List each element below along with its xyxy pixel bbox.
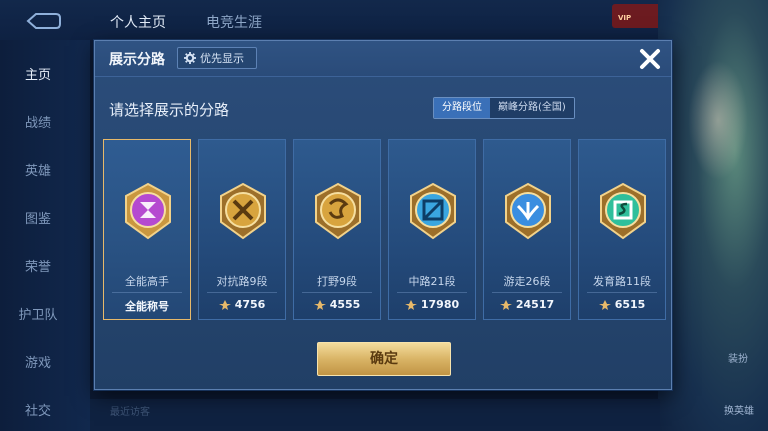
- confirm-button[interactable]: 确定: [317, 342, 451, 376]
- rank-star-icon: [598, 299, 611, 310]
- lane-display-dialog: 展示分路 优先显示 请选择展示的分路 分路段位 巅峰分路(全国) 全能高手 全能…: [94, 40, 672, 390]
- dialog-title: 展示分路: [109, 52, 165, 68]
- lane-card-jungle[interactable]: 打野9段 4555: [293, 139, 381, 320]
- card-divider: [207, 292, 277, 293]
- rank-star-icon: [218, 299, 231, 310]
- lane-type-segment: 分路段位 巅峰分路(全国): [433, 97, 575, 119]
- segment-peak-lane-national[interactable]: 巅峰分路(全国): [490, 98, 574, 118]
- farm-lane-emblem-icon: [600, 182, 646, 240]
- lane-card-score: 4756: [199, 298, 285, 311]
- lane-card-name: 打野9段: [317, 275, 357, 288]
- sidebar-item-gallery[interactable]: 图鉴: [0, 208, 90, 227]
- gear-icon: [184, 52, 196, 64]
- sidebar: [0, 40, 90, 431]
- lane-card-score: 24517: [484, 298, 570, 311]
- all-round-emblem-icon: [125, 182, 171, 240]
- lane-card-name: 发育路11段: [593, 275, 651, 288]
- dress-up-label[interactable]: 装扮: [728, 350, 748, 365]
- lane-card-name: 游走26段: [503, 275, 551, 288]
- lane-card-mid[interactable]: 中路21段 17980: [388, 139, 476, 320]
- lane-card-name: 对抗路9段: [216, 275, 268, 288]
- sidebar-item-social[interactable]: 社交: [0, 400, 90, 419]
- sidebar-item-games[interactable]: 游戏: [0, 352, 90, 371]
- lane-card-score: 4555: [294, 298, 380, 311]
- jungle-emblem-icon: [315, 182, 361, 240]
- tab-personal-home[interactable]: 个人主页: [110, 12, 166, 32]
- vip-label: VIP: [618, 14, 632, 22]
- dialog-subtitle: 请选择展示的分路: [109, 101, 230, 119]
- lane-card-name: 中路21段: [408, 275, 456, 288]
- lane-card-score-value: 6515: [614, 298, 646, 311]
- card-divider: [397, 292, 467, 293]
- lane-card-score-value: 4555: [329, 298, 361, 311]
- clash-lane-emblem-icon: [220, 182, 266, 240]
- close-button[interactable]: [635, 44, 665, 74]
- mid-lane-emblem-icon: [410, 182, 456, 240]
- lane-card-clash[interactable]: 对抗路9段 4756: [198, 139, 286, 320]
- lane-card-name: 全能高手: [125, 275, 169, 288]
- change-hero-label[interactable]: 换英雄: [724, 402, 754, 417]
- priority-display-button[interactable]: 优先显示: [177, 47, 257, 69]
- rank-star-icon: [313, 299, 326, 310]
- sidebar-item-honor[interactable]: 荣誉: [0, 256, 90, 275]
- card-divider: [492, 292, 562, 293]
- lane-card-farm[interactable]: 发育路11段 6515: [578, 139, 666, 320]
- sidebar-item-records[interactable]: 战绩: [0, 112, 90, 131]
- card-divider: [587, 292, 657, 293]
- lane-card-score: 17980: [389, 298, 475, 311]
- priority-display-label: 优先显示: [200, 52, 244, 65]
- roam-emblem-icon: [505, 182, 551, 240]
- segment-lane-rank[interactable]: 分路段位: [434, 98, 490, 118]
- lane-card-roam[interactable]: 游走26段 24517: [483, 139, 571, 320]
- card-divider: [112, 292, 182, 293]
- sidebar-item-home[interactable]: 主页: [0, 64, 90, 83]
- rank-star-icon: [404, 299, 417, 310]
- rank-star-icon: [499, 299, 512, 310]
- lane-card-score-value: 全能称号: [125, 300, 169, 313]
- tab-esports-career[interactable]: 电竞生涯: [206, 12, 262, 32]
- hero-artwork: [658, 0, 768, 431]
- lane-card-score-value: 4756: [234, 298, 266, 311]
- bottom-bar: [90, 399, 660, 431]
- back-icon[interactable]: [22, 10, 62, 32]
- lane-card-score: 6515: [579, 298, 665, 311]
- close-icon: [640, 49, 660, 69]
- lane-card-score-value: 24517: [515, 298, 555, 311]
- card-divider: [302, 292, 372, 293]
- sidebar-item-guard-team[interactable]: 护卫队: [0, 304, 90, 323]
- sidebar-item-heroes[interactable]: 英雄: [0, 160, 90, 179]
- lane-card-score: 全能称号: [104, 298, 190, 314]
- lane-card-all-round[interactable]: 全能高手 全能称号: [103, 139, 191, 320]
- recent-visitors-label[interactable]: 最近访客: [110, 403, 150, 418]
- lane-card-score-value: 17980: [420, 298, 460, 311]
